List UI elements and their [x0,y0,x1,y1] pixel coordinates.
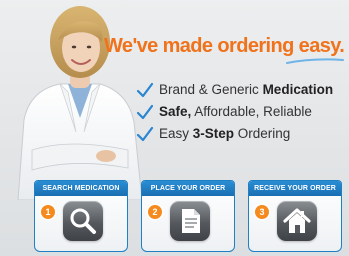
feature-item-medication: Brand & Generic Medication [136,80,333,100]
step-title: PLACE YOUR ORDER [142,181,234,196]
step-receive-order[interactable]: RECEIVE YOUR ORDER 3 [248,180,342,252]
feature-text-bold: 3-Step [192,126,235,141]
feature-item-safe: Safe, Affordable, Reliable [136,102,333,122]
step-number-badge: 3 [255,205,269,219]
feature-text-bold: Safe, [159,104,192,119]
feature-text: Brand & Generic Medication [159,80,333,100]
feature-text-bold: Medication [262,82,334,97]
receive-tile[interactable] [277,201,317,241]
step-number-badge: 1 [41,205,55,219]
step-title: RECEIVE YOUR ORDER [249,181,341,196]
step-place-order[interactable]: PLACE YOUR ORDER 2 [141,180,235,252]
checkmark-icon [136,82,154,98]
checkmark-icon [136,126,154,142]
step-search-medication[interactable]: SEARCH MEDICATION 1 [34,180,128,252]
feature-text-plain: Ordering [234,126,291,141]
magnifier-icon [70,208,96,234]
search-tile[interactable] [63,201,103,241]
feature-item-ordering: Easy 3-Step Ordering [136,124,333,144]
checkmark-icon [136,104,154,120]
feature-text-plain: Easy [159,126,193,141]
step-number-badge: 2 [148,205,162,219]
feature-text: Safe, Affordable, Reliable [159,102,312,122]
headline: We've made ordering easy. [104,35,345,57]
feature-text-plain: Affordable, Reliable [191,104,312,119]
feature-text: Easy 3-Step Ordering [159,124,290,144]
feature-text-plain: Brand & Generic [159,82,263,97]
house-icon [283,208,311,233]
feature-list: Brand & Generic Medication Safe, Afforda… [136,80,333,146]
doctor-illustration [17,6,143,200]
step-title: SEARCH MEDICATION [35,181,127,196]
order-tile[interactable] [170,201,210,241]
ordering-banner: We've made ordering easy. Brand & Generi… [0,0,349,256]
headline-underline-swoosh [286,58,344,64]
document-icon [182,209,200,233]
